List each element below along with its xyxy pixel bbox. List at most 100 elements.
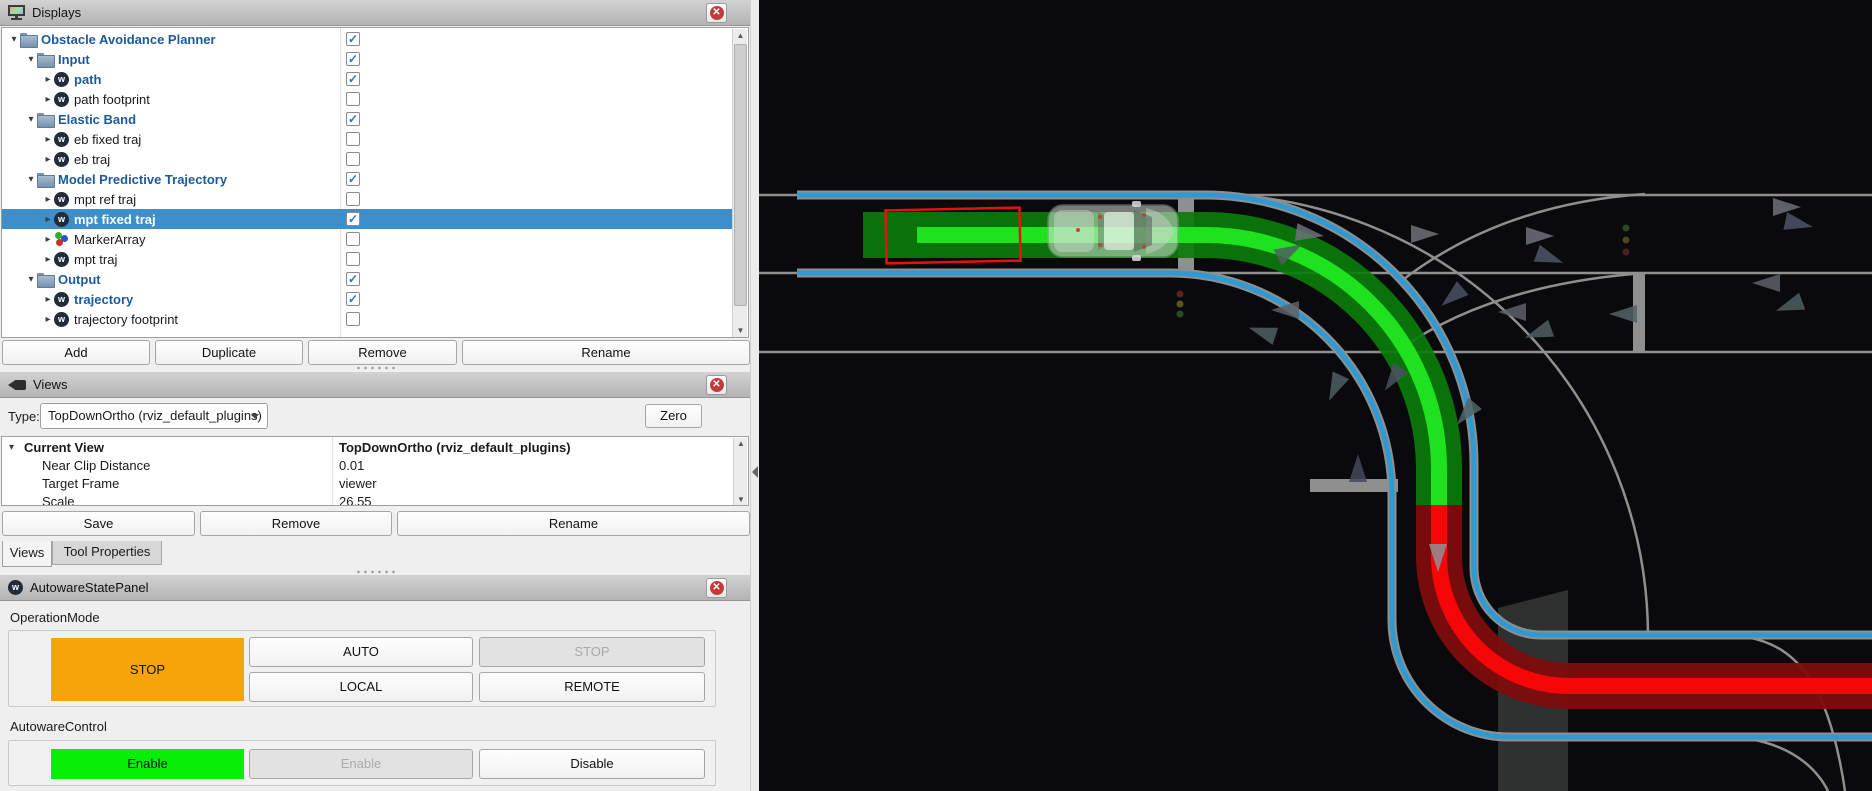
enabled-checkbox[interactable]: ✓ bbox=[346, 172, 360, 186]
auto-button[interactable]: AUTO bbox=[249, 637, 473, 667]
tree-row-label: mpt traj bbox=[74, 252, 117, 267]
tree-row-label: MarkerArray bbox=[74, 232, 146, 247]
views-panel-titlebar[interactable]: Views ✕ bbox=[0, 372, 750, 398]
expander-closed-icon[interactable]: ▸ bbox=[42, 134, 54, 145]
tree-row-obstacle-avoidance-planner[interactable]: ▾Obstacle Avoidance Planner✓ bbox=[2, 29, 733, 49]
remote-button[interactable]: REMOTE bbox=[479, 672, 705, 702]
displays-panel-titlebar[interactable]: Displays ✕ bbox=[0, 0, 750, 26]
splitter-handle[interactable] bbox=[355, 570, 395, 574]
tree-row-mpt-ref-traj[interactable]: ▸wmpt ref traj bbox=[2, 189, 733, 209]
enabled-checkbox[interactable] bbox=[346, 132, 360, 146]
close-icon: ✕ bbox=[710, 378, 724, 392]
expander-open-icon[interactable]: ▾ bbox=[9, 442, 14, 453]
expander-open-icon[interactable]: ▾ bbox=[25, 54, 37, 65]
property-name: Scale bbox=[2, 494, 75, 507]
local-button[interactable]: LOCAL bbox=[249, 672, 473, 702]
enabled-checkbox[interactable] bbox=[346, 312, 360, 326]
current-view-properties[interactable]: ▾ Current View TopDownOrtho (rviz_defaul… bbox=[1, 436, 749, 506]
properties-scrollbar[interactable]: ▲ ▼ bbox=[733, 438, 747, 506]
scroll-down-icon[interactable]: ▼ bbox=[733, 324, 748, 338]
enabled-checkbox[interactable]: ✓ bbox=[346, 52, 360, 66]
stop-button-disabled: STOP bbox=[479, 637, 705, 667]
state-panel-close-button[interactable]: ✕ bbox=[706, 578, 727, 598]
tree-row-label: eb traj bbox=[74, 152, 110, 167]
tree-row-eb-fixed-traj[interactable]: ▸web fixed traj bbox=[2, 129, 733, 149]
enabled-checkbox[interactable] bbox=[346, 152, 360, 166]
tree-row-trajectory[interactable]: ▸wtrajectory✓ bbox=[2, 289, 733, 309]
tab-tool-properties[interactable]: Tool Properties bbox=[52, 541, 162, 565]
property-value[interactable]: viewer bbox=[339, 476, 377, 491]
enabled-checkbox[interactable]: ✓ bbox=[346, 112, 360, 126]
enabled-checkbox[interactable]: ✓ bbox=[346, 272, 360, 286]
views-close-button[interactable]: ✕ bbox=[706, 375, 727, 395]
scroll-up-icon[interactable]: ▲ bbox=[733, 29, 748, 43]
rename-button[interactable]: Rename bbox=[397, 511, 750, 536]
tree-row-mpt-fixed-traj[interactable]: ▸wmpt fixed traj✓ bbox=[2, 209, 733, 229]
zero-button[interactable]: Zero bbox=[645, 404, 702, 428]
lane-arrow-icon bbox=[1246, 319, 1278, 345]
enabled-checkbox[interactable]: ✓ bbox=[346, 212, 360, 226]
tree-row-model-predictive-trajectory[interactable]: ▾Model Predictive Trajectory✓ bbox=[2, 169, 733, 189]
expander-closed-icon[interactable]: ▸ bbox=[42, 194, 54, 205]
add-button[interactable]: Add bbox=[2, 340, 150, 365]
tab-views[interactable]: Views bbox=[2, 541, 52, 567]
autoware-display-icon: w bbox=[54, 92, 69, 107]
tree-row-mpt-traj[interactable]: ▸wmpt traj bbox=[2, 249, 733, 269]
expander-open-icon[interactable]: ▾ bbox=[8, 34, 20, 45]
enabled-checkbox[interactable] bbox=[346, 92, 360, 106]
view-type-combobox[interactable]: TopDownOrtho (rviz_default_plugins) bbox=[40, 403, 268, 429]
scroll-down-icon[interactable]: ▼ bbox=[734, 494, 748, 506]
enabled-checkbox[interactable] bbox=[346, 192, 360, 206]
save-button[interactable]: Save bbox=[2, 511, 195, 536]
tree-row-trajectory-footprint[interactable]: ▸wtrajectory footprint bbox=[2, 309, 733, 329]
rename-button[interactable]: Rename bbox=[462, 340, 750, 365]
expander-open-icon[interactable]: ▾ bbox=[25, 114, 37, 125]
scroll-up-icon[interactable]: ▲ bbox=[734, 438, 748, 450]
property-value[interactable]: 26.55 bbox=[339, 494, 372, 507]
tree-row-eb-traj[interactable]: ▸web traj bbox=[2, 149, 733, 169]
property-name: Current View bbox=[2, 440, 104, 455]
lane-arrow-icon bbox=[1609, 305, 1637, 323]
duplicate-button[interactable]: Duplicate bbox=[155, 340, 303, 365]
disable-button[interactable]: Disable bbox=[479, 749, 705, 779]
render-viewport[interactable] bbox=[759, 0, 1872, 791]
lane-arrow-icon bbox=[1349, 454, 1367, 482]
expander-closed-icon[interactable]: ▸ bbox=[42, 294, 54, 305]
displays-tree[interactable]: ▾Obstacle Avoidance Planner✓▾Input✓▸wpat… bbox=[1, 27, 749, 338]
tree-row-output[interactable]: ▾Output✓ bbox=[2, 269, 733, 289]
expander-closed-icon[interactable]: ▸ bbox=[42, 234, 54, 245]
expander-closed-icon[interactable]: ▸ bbox=[42, 254, 54, 265]
expander-closed-icon[interactable]: ▸ bbox=[42, 94, 54, 105]
tree-row-path[interactable]: ▸wpath✓ bbox=[2, 69, 733, 89]
tree-row-markerarray[interactable]: ▸ MarkerArray bbox=[2, 229, 733, 249]
tree-row-elastic-band[interactable]: ▾Elastic Band✓ bbox=[2, 109, 733, 129]
enabled-checkbox[interactable] bbox=[346, 232, 360, 246]
property-value[interactable]: 0.01 bbox=[339, 458, 364, 473]
enabled-checkbox[interactable]: ✓ bbox=[346, 72, 360, 86]
tree-row-path-footprint[interactable]: ▸w path footprint bbox=[2, 89, 733, 109]
enabled-checkbox[interactable] bbox=[346, 252, 360, 266]
displays-tree-scrollbar[interactable]: ▲ ▼ bbox=[732, 29, 747, 338]
dock-splitter[interactable] bbox=[750, 0, 759, 791]
enabled-checkbox[interactable]: ✓ bbox=[346, 32, 360, 46]
expander-closed-icon[interactable]: ▸ bbox=[42, 214, 54, 225]
tree-row-label: path footprint bbox=[74, 92, 150, 107]
expander-closed-icon[interactable]: ▸ bbox=[42, 74, 54, 85]
expander-closed-icon[interactable]: ▸ bbox=[42, 154, 54, 165]
splitter-handle[interactable] bbox=[355, 366, 395, 370]
displays-close-button[interactable]: ✕ bbox=[706, 3, 727, 23]
enabled-checkbox[interactable]: ✓ bbox=[346, 292, 360, 306]
lane-arrow-icon bbox=[1773, 293, 1805, 319]
collapse-left-icon[interactable] bbox=[752, 466, 758, 478]
state-panel-titlebar[interactable]: w AutowareStatePanel ✕ bbox=[0, 575, 750, 601]
tree-row-input[interactable]: ▾Input✓ bbox=[2, 49, 733, 69]
scrollbar-thumb[interactable] bbox=[734, 44, 747, 306]
expander-open-icon[interactable]: ▾ bbox=[25, 274, 37, 285]
state-panel-title: AutowareStatePanel bbox=[30, 580, 149, 595]
rviz-window: Displays ✕ ▾Obstacle Avoidance Planner✓▾… bbox=[0, 0, 1872, 791]
expander-closed-icon[interactable]: ▸ bbox=[42, 314, 54, 325]
folder-icon bbox=[37, 113, 53, 126]
expander-open-icon[interactable]: ▾ bbox=[25, 174, 37, 185]
remove-button[interactable]: Remove bbox=[200, 511, 392, 536]
remove-button[interactable]: Remove bbox=[308, 340, 457, 365]
